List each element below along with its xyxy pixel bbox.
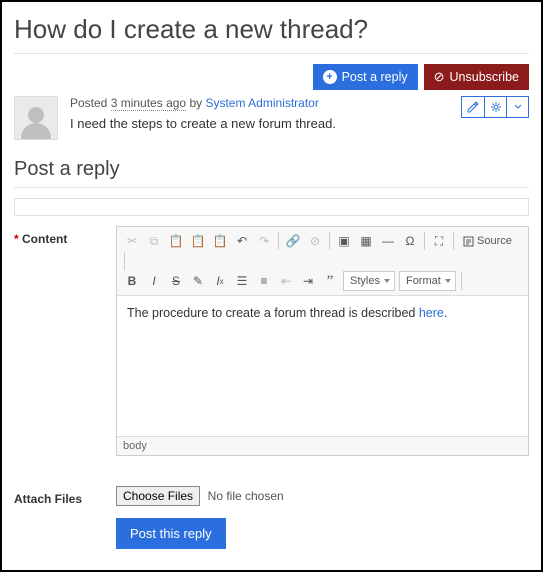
source-icon: [463, 236, 474, 247]
choose-files-button[interactable]: Choose Files: [116, 486, 200, 506]
superscript-icon[interactable]: ✎: [187, 270, 209, 292]
bulleted-list-icon[interactable]: ≡: [253, 270, 275, 292]
format-dropdown[interactable]: Format: [399, 271, 456, 291]
post-body-text: I need the steps to create a new forum t…: [70, 116, 529, 131]
editor-element-path[interactable]: body: [117, 436, 528, 455]
page-title: How do I create a new thread?: [14, 14, 529, 45]
cut-icon[interactable]: ✂: [121, 230, 143, 252]
edit-icon[interactable]: [462, 97, 484, 117]
editor-text-suffix: .: [444, 306, 447, 320]
required-marker: *: [14, 232, 19, 246]
italic-icon[interactable]: I: [143, 270, 165, 292]
meta-prefix: Posted: [70, 96, 107, 110]
numbered-list-icon[interactable]: ☰: [231, 270, 253, 292]
file-status-text: No file chosen: [208, 489, 284, 503]
remove-format-icon[interactable]: Ix: [209, 270, 231, 292]
divider: [14, 187, 529, 188]
unsubscribe-button[interactable]: ⊘ Unsubscribe: [424, 64, 529, 90]
maximize-icon[interactable]: ⛶: [428, 230, 450, 252]
hr-icon[interactable]: ―: [377, 230, 399, 252]
rich-text-editor: ✂ ⧉ 📋 📋 📋 ↶ ↷ 🔗 ⊘ ▣ ▦ ― Ω ⛶: [116, 226, 529, 456]
outdent-icon[interactable]: ⇤: [275, 270, 297, 292]
paste-icon[interactable]: 📋: [165, 230, 187, 252]
post-this-reply-button[interactable]: Post this reply: [116, 518, 226, 549]
post-reply-label: Post a reply: [342, 70, 408, 84]
toolbar-separator: [124, 252, 125, 270]
avatar: [14, 96, 58, 140]
image-icon[interactable]: ▣: [333, 230, 355, 252]
unlink-icon[interactable]: ⊘: [304, 230, 326, 252]
paste-word-icon[interactable]: 📋: [209, 230, 231, 252]
styles-dropdown[interactable]: Styles: [343, 271, 395, 291]
toolbar-separator: [461, 272, 462, 290]
table-icon[interactable]: ▦: [355, 230, 377, 252]
unsubscribe-icon: ⊘: [434, 69, 445, 85]
toolbar-separator: [278, 232, 279, 250]
post-tools: [461, 96, 529, 118]
message-bar: [14, 198, 529, 216]
undo-icon[interactable]: ↶: [231, 230, 253, 252]
editor-text: The procedure to create a forum thread i…: [127, 306, 419, 320]
toolbar-separator: [424, 232, 425, 250]
unsubscribe-label: Unsubscribe: [450, 70, 519, 84]
attach-files-label: Attach Files: [14, 486, 104, 506]
blockquote-icon[interactable]: ”: [319, 270, 341, 292]
content-label: * Content: [14, 226, 104, 246]
redo-icon[interactable]: ↷: [253, 230, 275, 252]
toolbar-separator: [329, 232, 330, 250]
divider: [14, 53, 529, 54]
copy-icon[interactable]: ⧉: [143, 230, 165, 252]
reply-section-title: Post a reply: [14, 158, 529, 181]
strike-icon[interactable]: S: [165, 270, 187, 292]
plus-circle-icon: +: [323, 70, 337, 84]
bold-icon[interactable]: B: [121, 270, 143, 292]
post-author-link[interactable]: System Administrator: [205, 96, 318, 110]
caret-down-icon[interactable]: [506, 97, 528, 117]
toolbar-separator: [453, 232, 454, 250]
post-timestamp: 3 minutes ago: [111, 96, 186, 111]
indent-icon[interactable]: ⇥: [297, 270, 319, 292]
link-icon[interactable]: 🔗: [282, 230, 304, 252]
source-button[interactable]: Source: [457, 230, 518, 252]
editor-link[interactable]: here: [419, 306, 444, 320]
meta-by: by: [189, 96, 202, 110]
editor-toolbar: ✂ ⧉ 📋 📋 📋 ↶ ↷ 🔗 ⊘ ▣ ▦ ― Ω ⛶: [117, 227, 528, 296]
special-char-icon[interactable]: Ω: [399, 230, 421, 252]
post-reply-button[interactable]: + Post a reply: [313, 64, 418, 90]
gear-icon[interactable]: [484, 97, 506, 117]
editor-content-area[interactable]: The procedure to create a forum thread i…: [117, 296, 528, 436]
paste-text-icon[interactable]: 📋: [187, 230, 209, 252]
